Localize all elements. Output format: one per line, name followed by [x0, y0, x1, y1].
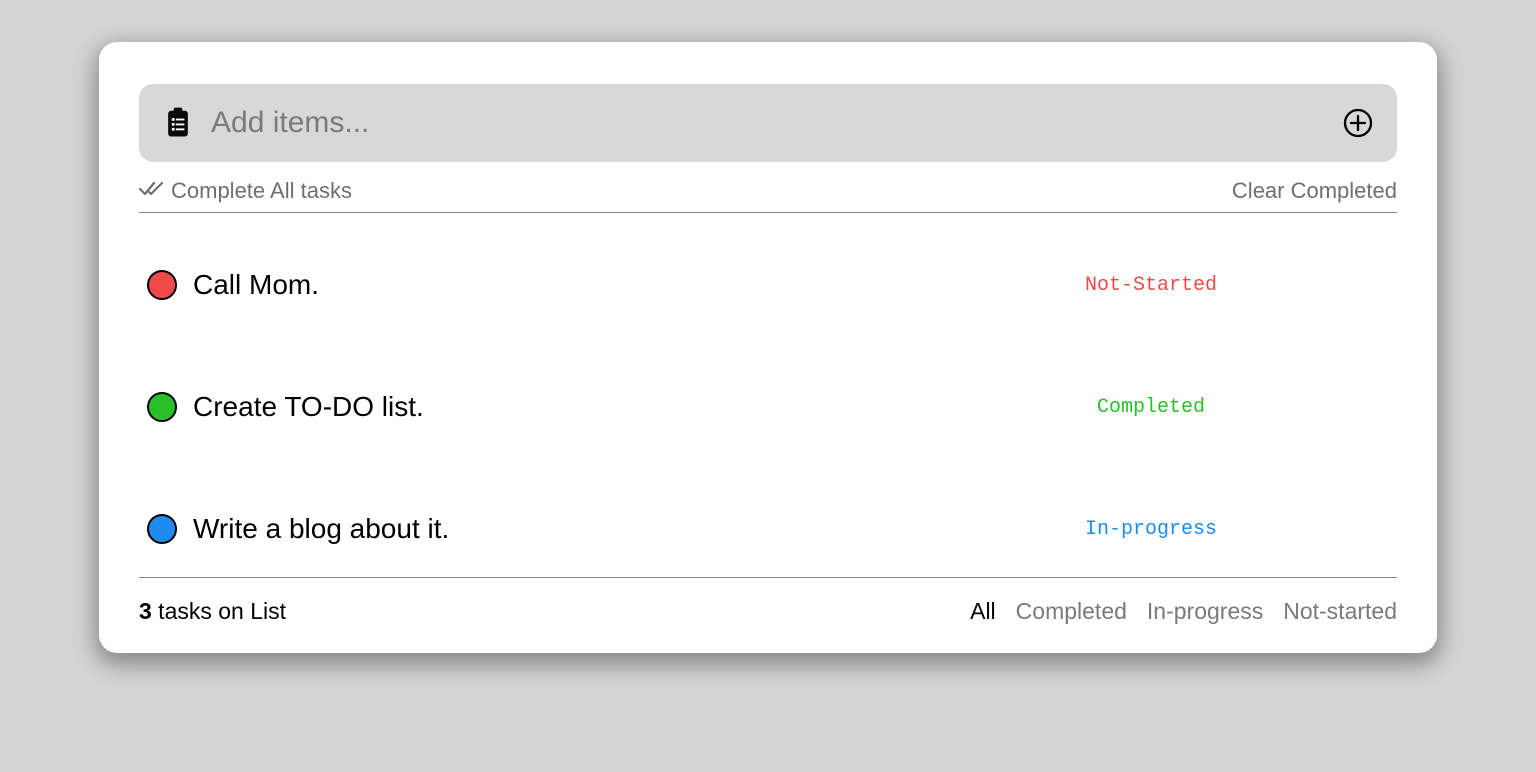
status-dot[interactable] [147, 392, 177, 422]
top-actions: Complete All tasks Clear Completed [139, 178, 1397, 213]
filter-not-started[interactable]: Not-started [1283, 598, 1397, 625]
add-item-button[interactable] [1343, 108, 1373, 138]
double-check-icon [139, 178, 165, 204]
status-label: Not-Started [913, 274, 1389, 297]
add-item-bar [139, 84, 1397, 162]
add-item-input[interactable] [211, 106, 1325, 140]
task-title: Call Mom. [193, 269, 913, 301]
filter-all[interactable]: All [970, 598, 996, 625]
task-title: Create TO-DO list. [193, 391, 913, 423]
status-label: Completed [913, 396, 1389, 419]
task-row: Write a blog about it.In-progress [139, 491, 1397, 567]
clear-completed-button[interactable]: Clear Completed [1232, 178, 1397, 204]
task-list: Call Mom.Not-Started Create TO-DO list.Co… [139, 213, 1397, 577]
filter-completed[interactable]: Completed [1016, 598, 1127, 625]
task-count-suffix: tasks on List [152, 598, 286, 624]
task-row: Call Mom.Not-Started [139, 247, 1397, 323]
todo-card: Complete All tasks Clear Completed Call … [99, 42, 1437, 653]
status-dot[interactable] [147, 514, 177, 544]
task-row: Create TO-DO list.Completed [139, 369, 1397, 445]
filter-list: All Completed In-progress Not-started [970, 598, 1397, 625]
complete-all-label: Complete All tasks [171, 178, 352, 204]
task-count: 3 tasks on List [139, 598, 286, 625]
footer: 3 tasks on List All Completed In-progress N… [139, 577, 1397, 625]
status-label: In-progress [913, 518, 1389, 541]
task-count-number: 3 [139, 598, 152, 624]
filter-in-progress[interactable]: In-progress [1147, 598, 1263, 625]
clear-completed-label: Clear Completed [1232, 178, 1397, 203]
status-dot[interactable] [147, 270, 177, 300]
complete-all-button[interactable]: Complete All tasks [139, 178, 352, 204]
clipboard-icon [163, 107, 193, 139]
task-title: Write a blog about it. [193, 513, 913, 545]
